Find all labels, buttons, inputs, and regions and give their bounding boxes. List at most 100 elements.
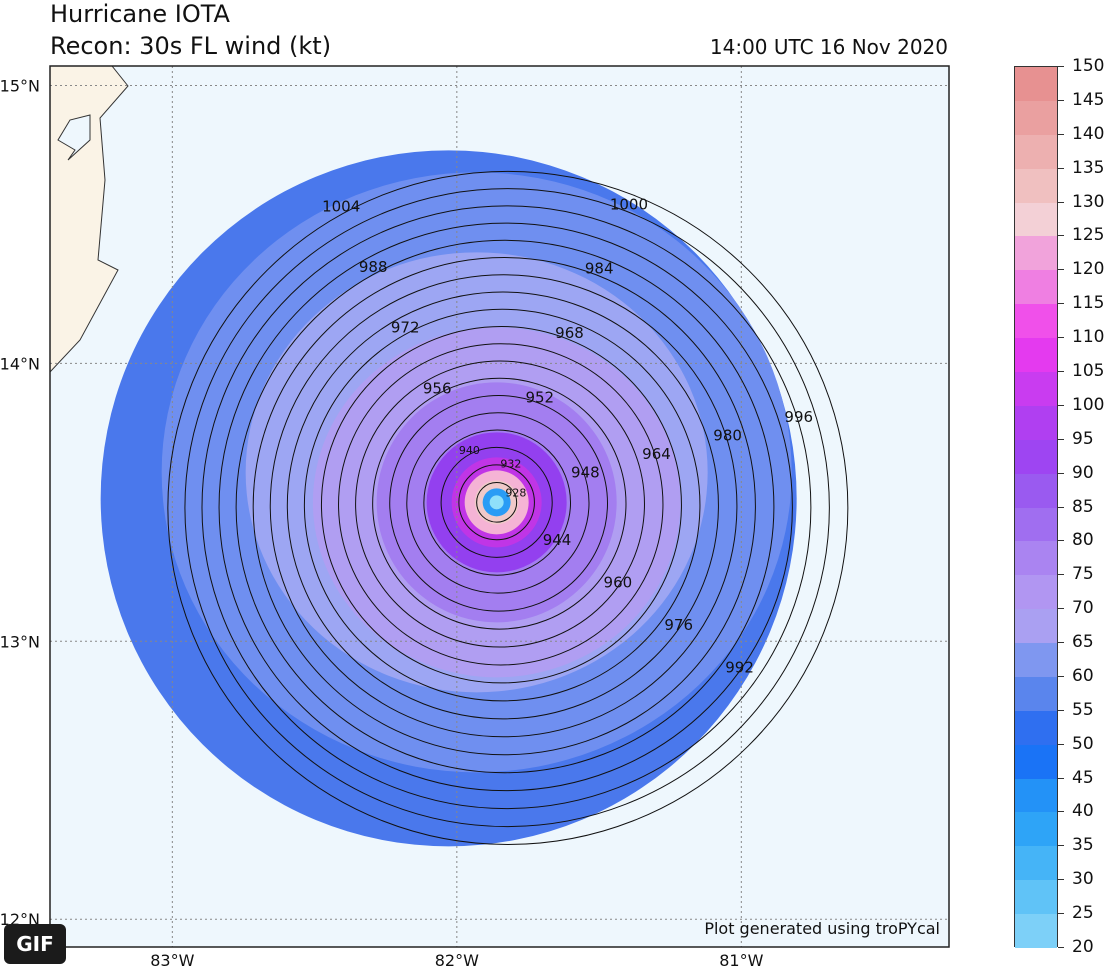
colorbar-tick-label: 25: [1072, 903, 1094, 924]
isobar-label: 976: [664, 616, 693, 634]
colorbar-segment: [1015, 168, 1057, 204]
colorbar-tick: [1058, 540, 1064, 542]
isobar-label: 932: [500, 457, 521, 470]
credit-text: Plot generated using troPYcal: [704, 919, 940, 938]
colorbar-tick: [1058, 811, 1064, 813]
colorbar-tick-label: 110: [1072, 327, 1105, 348]
isobar-label: 928: [505, 487, 526, 500]
colorbar-tick: [1058, 167, 1064, 169]
colorbar-tick-label: 50: [1072, 733, 1094, 754]
colorbar-tick: [1058, 472, 1064, 474]
colorbar-segment: [1015, 778, 1057, 813]
colorbar-tick: [1058, 404, 1064, 406]
colorbar-tick: [1058, 66, 1064, 67]
colorbar-tick: [1058, 370, 1064, 372]
colorbar-segment: [1015, 236, 1057, 271]
colorbar-tick-label: 60: [1072, 665, 1094, 686]
colorbar-tick-label: 80: [1072, 530, 1094, 551]
isobar-label: 944: [543, 531, 572, 549]
colorbar-segment: [1015, 371, 1057, 407]
colorbar-segment: [1015, 405, 1057, 441]
colorbar-tick: [1058, 337, 1064, 339]
isobar-label: 960: [604, 574, 633, 592]
colorbar-tick-label: 135: [1072, 157, 1105, 178]
colorbar-tick: [1058, 709, 1064, 711]
colorbar-segment: [1015, 676, 1057, 712]
colorbar-tick: [1058, 438, 1064, 440]
gif-badge[interactable]: GIF: [4, 924, 66, 964]
isobar-label: 980: [713, 427, 742, 445]
colorbar-tick: [1058, 879, 1064, 881]
colorbar-tick: [1058, 642, 1064, 644]
colorbar-tick-label: 70: [1072, 598, 1094, 619]
colorbar-tick: [1058, 574, 1064, 576]
colorbar-tick-label: 120: [1072, 259, 1105, 280]
wind-field: [100, 150, 797, 847]
colorbar-tick-label: 85: [1072, 496, 1094, 517]
colorbar-tick: [1058, 99, 1064, 101]
colorbar-segment: [1015, 202, 1057, 237]
isobar-label: 1004: [322, 198, 360, 216]
isobar-label: 972: [391, 319, 420, 337]
colorbar-segment: [1015, 338, 1057, 373]
colorbar-tick: [1058, 506, 1064, 508]
colorbar-tick-label: 35: [1072, 835, 1094, 856]
colorbar-tick-label: 100: [1072, 394, 1105, 415]
colorbar-tick: [1058, 608, 1064, 610]
colorbar-tick-label: 130: [1072, 191, 1105, 212]
colorbar-segment: [1015, 609, 1057, 644]
colorbar-tick-label: 90: [1072, 462, 1094, 483]
colorbar-tick-label: 115: [1072, 293, 1105, 314]
colorbar-tick: [1058, 235, 1064, 237]
colorbar-tick-label: 145: [1072, 89, 1105, 110]
isobar-label: 988: [359, 258, 388, 276]
colorbar-tick-label: 140: [1072, 123, 1105, 144]
colorbar-segment: [1015, 575, 1057, 610]
colorbar-tick: [1058, 201, 1064, 203]
colorbar-segment: [1015, 710, 1057, 746]
colorbar-segment: [1015, 67, 1057, 102]
colorbar-tick-label: 75: [1072, 564, 1094, 585]
lon-label: 82°W: [435, 951, 479, 966]
colorbar-segment: [1015, 914, 1057, 949]
colorbar-segment: [1015, 846, 1057, 881]
isobar-label: 964: [642, 445, 671, 463]
isobar-label: 1000: [610, 195, 648, 213]
colorbar-segment: [1015, 744, 1057, 780]
colorbar-segment: [1015, 880, 1057, 915]
colorbar-segment: [1015, 270, 1057, 305]
colorbar-tick-label: 125: [1072, 225, 1105, 246]
colorbar-tick: [1058, 133, 1064, 135]
lat-label: 13°N: [0, 632, 40, 651]
colorbar-tick: [1058, 743, 1064, 745]
colorbar-tick: [1058, 947, 1064, 948]
isobar-label: 952: [525, 388, 554, 406]
colorbar-segment: [1015, 304, 1057, 339]
colorbar-tick: [1058, 269, 1064, 271]
isobar-label: 996: [784, 408, 813, 426]
lon-label: 83°W: [150, 951, 194, 966]
colorbar-tick-label: 55: [1072, 699, 1094, 720]
colorbar-tick-label: 95: [1072, 428, 1094, 449]
colorbar-tick-label: 20: [1072, 937, 1094, 957]
isobar-label: 968: [555, 324, 584, 342]
colorbar-segment: [1015, 507, 1057, 542]
colorbar-segment: [1015, 473, 1057, 508]
isobar-label: 984: [585, 260, 614, 278]
colorbar-tick-label: 105: [1072, 360, 1105, 381]
storm-eye-core: [489, 495, 504, 510]
isobar-label: 956: [423, 379, 452, 397]
colorbar-tick-label: 150: [1072, 56, 1105, 76]
colorbar-tick-label: 45: [1072, 767, 1094, 788]
isobar-label: 992: [725, 659, 754, 677]
isobar-label: 948: [571, 463, 600, 481]
colorbar-tick-label: 40: [1072, 801, 1094, 822]
colorbar-tick-label: 30: [1072, 869, 1094, 890]
colorbar-tick-label: 65: [1072, 632, 1094, 653]
isobar-label: 940: [459, 444, 480, 457]
colorbar-segment: [1015, 541, 1057, 576]
map-plot: 1004 1000 996 992 988 984 980 976 972 968 964 960 95…: [0, 65, 950, 966]
colorbar-segment: [1015, 100, 1057, 136]
lat-label: 14°N: [0, 354, 40, 373]
colorbar-tick: [1058, 303, 1064, 305]
